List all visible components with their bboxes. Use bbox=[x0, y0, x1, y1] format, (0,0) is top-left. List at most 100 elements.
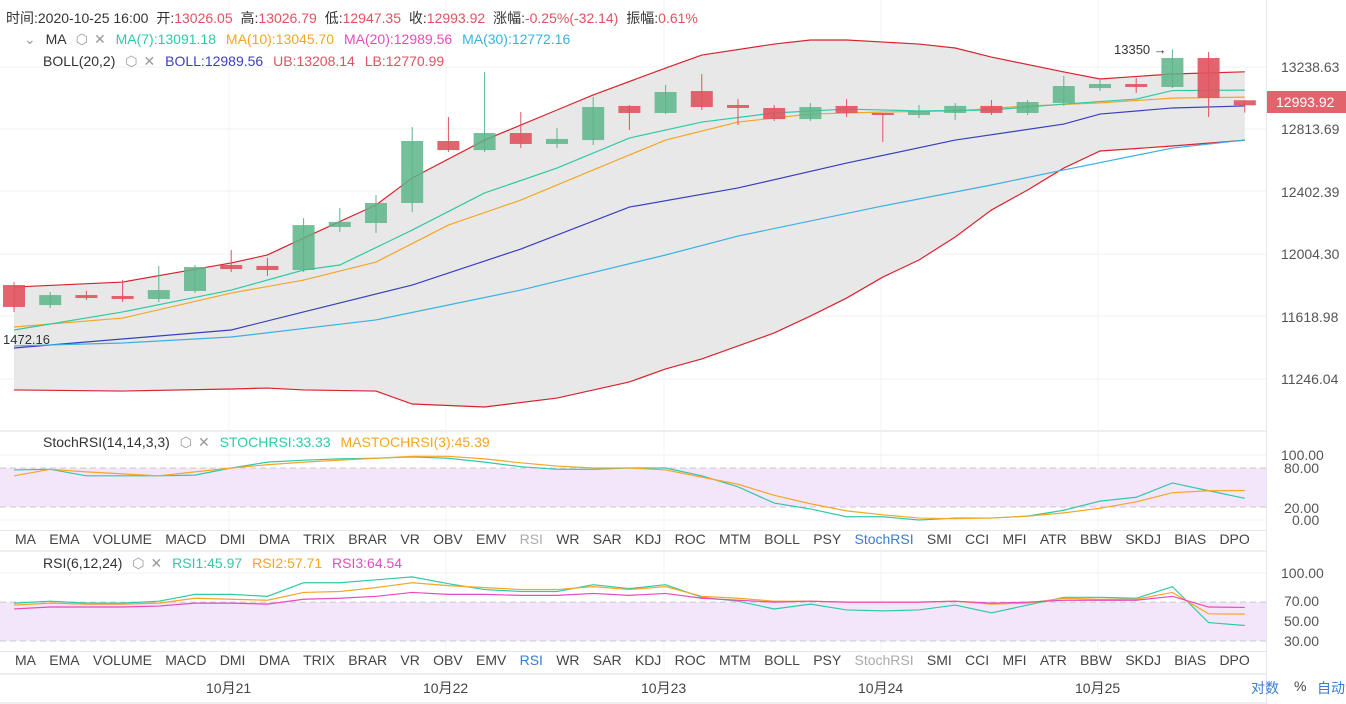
indicator-tab-wr[interactable]: WR bbox=[556, 652, 579, 674]
low-label: 低: bbox=[324, 10, 343, 26]
price-tick: 13238.63 bbox=[1281, 59, 1340, 75]
indicator-tab-ma[interactable]: MA bbox=[15, 531, 36, 553]
boll-value: BOLL:12989.56 bbox=[165, 53, 264, 69]
rsi-tick: 100.00 bbox=[1281, 565, 1324, 581]
indicator-tab-volume[interactable]: VOLUME bbox=[93, 531, 152, 553]
candle-up bbox=[546, 138, 568, 144]
indicator-tab-rsi[interactable]: RSI bbox=[520, 652, 543, 674]
indicator-tab-mfi[interactable]: MFI bbox=[1002, 652, 1026, 674]
rsi1-value: RSI1:45.97 bbox=[172, 555, 243, 571]
indicator-tab-obv[interactable]: OBV bbox=[433, 531, 463, 553]
open-value: 13026.05 bbox=[174, 10, 233, 26]
indicator-tab-sar[interactable]: SAR bbox=[593, 652, 622, 674]
indicator-tab-smi[interactable]: SMI bbox=[927, 652, 952, 674]
rsi-band bbox=[0, 602, 1266, 641]
chart-canvas[interactable] bbox=[0, 0, 1266, 704]
settings-hexagon-icon[interactable]: ⬡ bbox=[180, 434, 192, 450]
indicator-tab-mtm[interactable]: MTM bbox=[719, 652, 751, 674]
high-label: 高: bbox=[240, 10, 259, 26]
indicator-tab-cci[interactable]: CCI bbox=[965, 531, 989, 553]
indicator-tab-wr[interactable]: WR bbox=[556, 531, 579, 553]
amplitude-label: 振幅: bbox=[626, 10, 659, 26]
change-value: -0.25%(-32.14) bbox=[524, 10, 619, 26]
settings-hexagon-icon[interactable]: ⬡ bbox=[76, 31, 88, 47]
indicator-tab-ema[interactable]: EMA bbox=[49, 652, 79, 674]
candle-up bbox=[799, 107, 822, 120]
indicator-tab-smi[interactable]: SMI bbox=[927, 531, 952, 553]
close-icon[interactable]: ✕ bbox=[198, 434, 210, 450]
candle-up bbox=[654, 91, 677, 113]
indicator-tab-dpo[interactable]: DPO bbox=[1219, 652, 1249, 674]
auto-scale-button[interactable]: 自动 bbox=[1317, 678, 1345, 698]
settings-hexagon-icon[interactable]: ⬡ bbox=[132, 555, 144, 571]
indicator-tab-emv[interactable]: EMV bbox=[476, 531, 506, 553]
indicator-tab-stochrsi[interactable]: StochRSI bbox=[854, 652, 913, 674]
indicator-tab-mfi[interactable]: MFI bbox=[1002, 531, 1026, 553]
indicator-tab-bias[interactable]: BIAS bbox=[1174, 531, 1206, 553]
indicator-tab-trix[interactable]: TRIX bbox=[303, 531, 335, 553]
indicator-tab-ma[interactable]: MA bbox=[15, 652, 36, 674]
ma7-value: MA(7):13091.18 bbox=[115, 31, 217, 47]
indicator-tab-boll[interactable]: BOLL bbox=[764, 652, 800, 674]
indicator-tab-dma[interactable]: DMA bbox=[259, 531, 290, 553]
candle-up bbox=[944, 105, 967, 113]
indicator-tab-boll[interactable]: BOLL bbox=[764, 531, 800, 553]
indicator-tab-obv[interactable]: OBV bbox=[433, 652, 463, 674]
log-scale-button[interactable]: 对数 bbox=[1251, 678, 1279, 698]
indicator-tab-brar[interactable]: BRAR bbox=[348, 652, 387, 674]
candle-up bbox=[582, 107, 605, 141]
indicator-tab-dmi[interactable]: DMI bbox=[220, 652, 246, 674]
candle-down bbox=[727, 104, 749, 108]
indicator-tab-emv[interactable]: EMV bbox=[476, 652, 506, 674]
indicator-tabs-stochrsi-pane: MA EMA VOLUME MACD DMI DMA TRIX BRAR VR OBV EMV RSI… bbox=[15, 531, 1250, 553]
indicator-tab-rsi[interactable]: RSI bbox=[520, 531, 543, 553]
candle-down bbox=[509, 133, 532, 144]
close-icon[interactable]: ✕ bbox=[144, 53, 156, 69]
indicator-tab-skdj[interactable]: SKDJ bbox=[1125, 531, 1161, 553]
close-icon[interactable]: ✕ bbox=[151, 555, 163, 571]
indicator-tab-mtm[interactable]: MTM bbox=[719, 531, 751, 553]
chevron-down-icon[interactable]: ⌄ bbox=[24, 31, 36, 47]
indicator-tab-dpo[interactable]: DPO bbox=[1219, 531, 1249, 553]
indicator-tab-roc[interactable]: ROC bbox=[675, 531, 706, 553]
settings-hexagon-icon[interactable]: ⬡ bbox=[125, 53, 137, 69]
indicator-tab-sar[interactable]: SAR bbox=[593, 531, 622, 553]
indicator-tab-cci[interactable]: CCI bbox=[965, 652, 989, 674]
indicator-tab-psy[interactable]: PSY bbox=[813, 531, 841, 553]
indicator-tab-atr[interactable]: ATR bbox=[1040, 531, 1067, 553]
price-tick: 12004.30 bbox=[1281, 246, 1340, 262]
indicator-tab-volume[interactable]: VOLUME bbox=[93, 652, 152, 674]
indicator-tab-kdj[interactable]: KDJ bbox=[635, 531, 661, 553]
ma20-value: MA(20):12989.56 bbox=[343, 31, 453, 47]
indicator-tab-macd[interactable]: MACD bbox=[165, 652, 206, 674]
mastochrsi-value: MASTOCHRSI(3):45.39 bbox=[340, 434, 490, 450]
candle-down bbox=[980, 105, 1003, 113]
candle-down bbox=[75, 295, 98, 299]
indicator-tab-vr[interactable]: VR bbox=[400, 652, 419, 674]
candle-up bbox=[1089, 84, 1111, 89]
indicator-tab-atr[interactable]: ATR bbox=[1040, 652, 1067, 674]
indicator-tab-dma[interactable]: DMA bbox=[259, 652, 290, 674]
percent-scale-button[interactable]: % bbox=[1294, 678, 1306, 694]
indicator-tab-trix[interactable]: TRIX bbox=[303, 652, 335, 674]
close-icon[interactable]: ✕ bbox=[94, 31, 106, 47]
indicator-tab-ema[interactable]: EMA bbox=[49, 531, 79, 553]
indicator-tab-vr[interactable]: VR bbox=[400, 531, 419, 553]
indicator-tab-skdj[interactable]: SKDJ bbox=[1125, 652, 1161, 674]
indicator-tab-bbw[interactable]: BBW bbox=[1080, 531, 1112, 553]
stochrsi-legend: StochRSI(14,14,3,3) ⬡ ✕ STOCHRSI:33.33 MA… bbox=[43, 434, 490, 451]
indicator-tab-brar[interactable]: BRAR bbox=[348, 531, 387, 553]
indicator-tab-dmi[interactable]: DMI bbox=[220, 531, 246, 553]
date-tick: 10月25 bbox=[1075, 680, 1121, 696]
indicator-tab-kdj[interactable]: KDJ bbox=[635, 652, 661, 674]
rsi-legend: RSI(6,12,24) ⬡ ✕ RSI1:45.97 RSI2:57.71 RS… bbox=[43, 555, 402, 572]
candle-down bbox=[3, 285, 25, 307]
indicator-tab-stochrsi[interactable]: StochRSI bbox=[854, 531, 913, 553]
indicator-tab-macd[interactable]: MACD bbox=[165, 531, 206, 553]
indicator-tab-roc[interactable]: ROC bbox=[675, 652, 706, 674]
indicator-tab-bbw[interactable]: BBW bbox=[1080, 652, 1112, 674]
price-tick: 11618.98 bbox=[1281, 309, 1339, 325]
candle-up bbox=[292, 225, 315, 271]
indicator-tab-psy[interactable]: PSY bbox=[813, 652, 841, 674]
indicator-tab-bias[interactable]: BIAS bbox=[1174, 652, 1206, 674]
